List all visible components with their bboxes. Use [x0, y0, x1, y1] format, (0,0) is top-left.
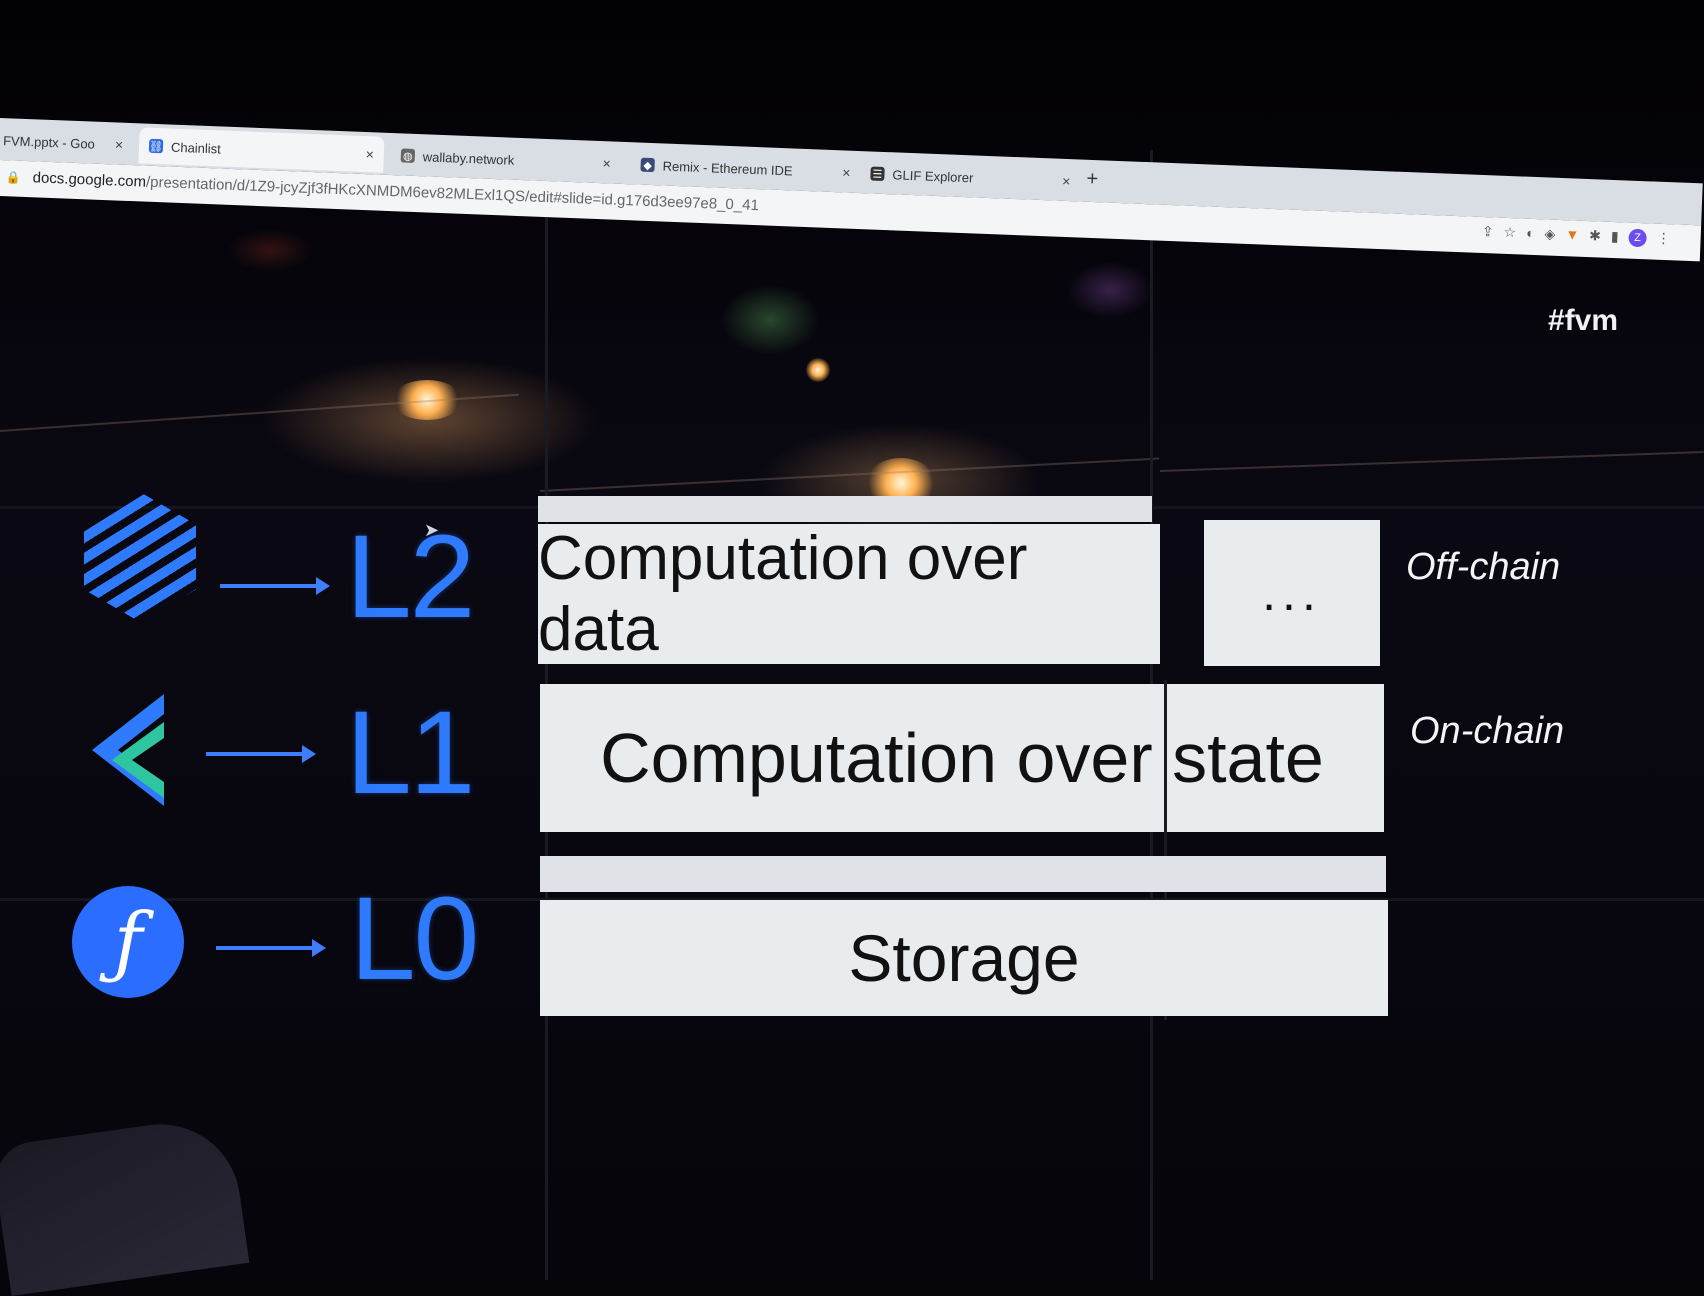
- layer-box-l2: Computation over data: [538, 524, 1160, 664]
- slide-hashtag: #fvm: [1548, 304, 1619, 337]
- url-host: docs.google.com: [32, 169, 147, 191]
- box-strip: [538, 496, 1152, 522]
- layer-box-text: Storage: [848, 921, 1080, 995]
- tab-label: wallaby.network: [422, 148, 515, 168]
- lock-icon: 🔒: [5, 169, 21, 185]
- close-icon[interactable]: ×: [602, 155, 611, 171]
- side-label-off-chain: Off-chain: [1406, 546, 1561, 588]
- tab-label: Remix - Ethereum IDE: [662, 157, 793, 178]
- menu-icon[interactable]: ⋮: [1656, 230, 1671, 249]
- remix-icon: ◆: [640, 157, 655, 173]
- ellipsis-text: ...: [1262, 565, 1322, 621]
- filecoin-logo-icon: ƒ: [72, 886, 184, 998]
- sidebar-icon[interactable]: ▮: [1611, 228, 1619, 246]
- arrow-icon: [206, 745, 316, 763]
- puzzle-icon[interactable]: ✱: [1589, 227, 1601, 245]
- tab-label: GLIF Explorer: [892, 166, 974, 185]
- tab-label: Chainlist: [170, 139, 222, 156]
- fox-icon[interactable]: ▼: [1565, 226, 1579, 245]
- toolbar-icons: ⇪ ☆ ◐ ◈ ▼ ✱ ▮ Z ⋮: [1482, 223, 1671, 248]
- ethereum-logo-icon: [92, 694, 164, 806]
- tab-wallaby-network[interactable]: ◍ wallaby.network ×: [390, 137, 621, 182]
- close-icon[interactable]: ×: [365, 146, 374, 162]
- tab-fvm-slides[interactable]: FVM.pptx - Goo ×: [0, 122, 134, 163]
- layer-box-text: Computation over data: [538, 524, 1028, 664]
- layer-label-l0: L0: [350, 873, 479, 1005]
- layer-label-l1: L1: [346, 687, 475, 819]
- tab-remix-ide[interactable]: ◆ Remix - Ethereum IDE ×: [630, 146, 861, 191]
- close-icon[interactable]: ×: [1062, 173, 1071, 189]
- star-icon[interactable]: ☆: [1503, 224, 1516, 242]
- tab-glif-explorer[interactable]: ☰ GLIF Explorer ×: [860, 155, 1081, 199]
- layer-box-l0: Storage: [540, 900, 1388, 1016]
- layer-box-l1: Computation over state: [540, 684, 1384, 832]
- arrow-icon: [220, 577, 330, 595]
- filecoin-glyph: ƒ: [113, 897, 143, 987]
- arrow-icon: [216, 939, 326, 957]
- layer-box-text: Computation over state: [600, 719, 1324, 797]
- box-strip: [540, 856, 1386, 892]
- glif-icon: ☰: [870, 166, 885, 181]
- new-tab-button[interactable]: +: [1086, 168, 1099, 191]
- extension-icon[interactable]: ◐: [1526, 225, 1535, 243]
- profile-icon[interactable]: Z: [1628, 228, 1647, 248]
- chainlist-icon: ⛓: [148, 138, 164, 154]
- share-icon[interactable]: ⇪: [1482, 223, 1494, 241]
- close-icon[interactable]: ×: [842, 164, 851, 180]
- layer-label-l2: L2: [346, 511, 475, 643]
- shield-icon[interactable]: ◈: [1544, 225, 1555, 243]
- tab-label: FVM.pptx - Goo: [2, 132, 96, 152]
- layer-box-l2-extra: ...: [1204, 520, 1380, 666]
- stage-light: [806, 358, 830, 382]
- globe-icon: ◍: [400, 148, 416, 163]
- side-label-on-chain: On-chain: [1410, 710, 1565, 752]
- close-icon[interactable]: ×: [115, 136, 124, 152]
